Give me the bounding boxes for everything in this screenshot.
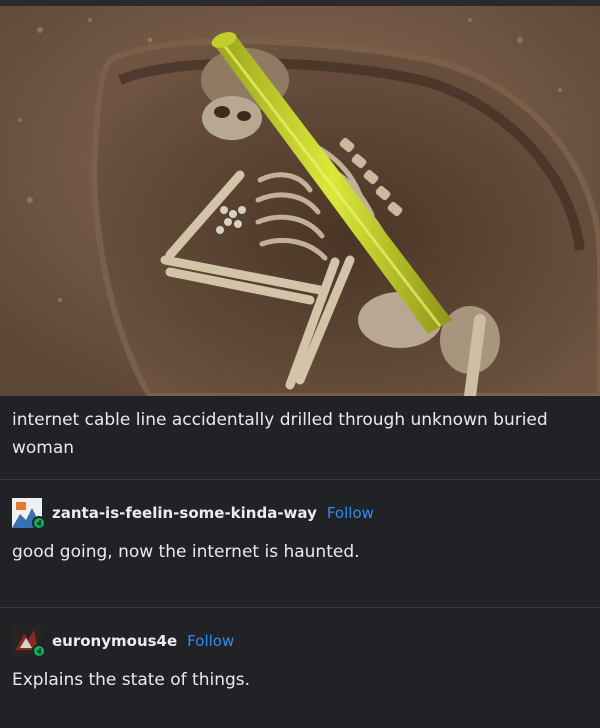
avatar[interactable] xyxy=(12,498,46,530)
reply-text: Explains the state of things. xyxy=(12,670,251,690)
follow-button[interactable]: Follow xyxy=(327,504,374,522)
post-caption: internet cable line accidentally drilled… xyxy=(0,396,600,480)
reply-username[interactable]: zanta-is-feelin-some-kinda-way xyxy=(52,504,317,522)
follow-button[interactable]: Follow xyxy=(187,632,234,650)
reply-badge-icon xyxy=(32,644,46,658)
post-photo[interactable] xyxy=(0,0,600,396)
reply-item: euronymous4e Follow Explains the state o… xyxy=(0,624,600,728)
reply-text: good going, now the internet is haunted. xyxy=(12,542,360,562)
excavation-photo xyxy=(0,0,600,396)
reply-item: zanta-is-feelin-some-kinda-way Follow go… xyxy=(0,496,600,608)
avatar[interactable] xyxy=(12,626,46,658)
reply-header: zanta-is-feelin-some-kinda-way Follow xyxy=(12,496,588,530)
reply-badge-icon xyxy=(32,516,46,530)
reply-username[interactable]: euronymous4e xyxy=(52,632,177,650)
reply-header: euronymous4e Follow xyxy=(12,624,588,658)
